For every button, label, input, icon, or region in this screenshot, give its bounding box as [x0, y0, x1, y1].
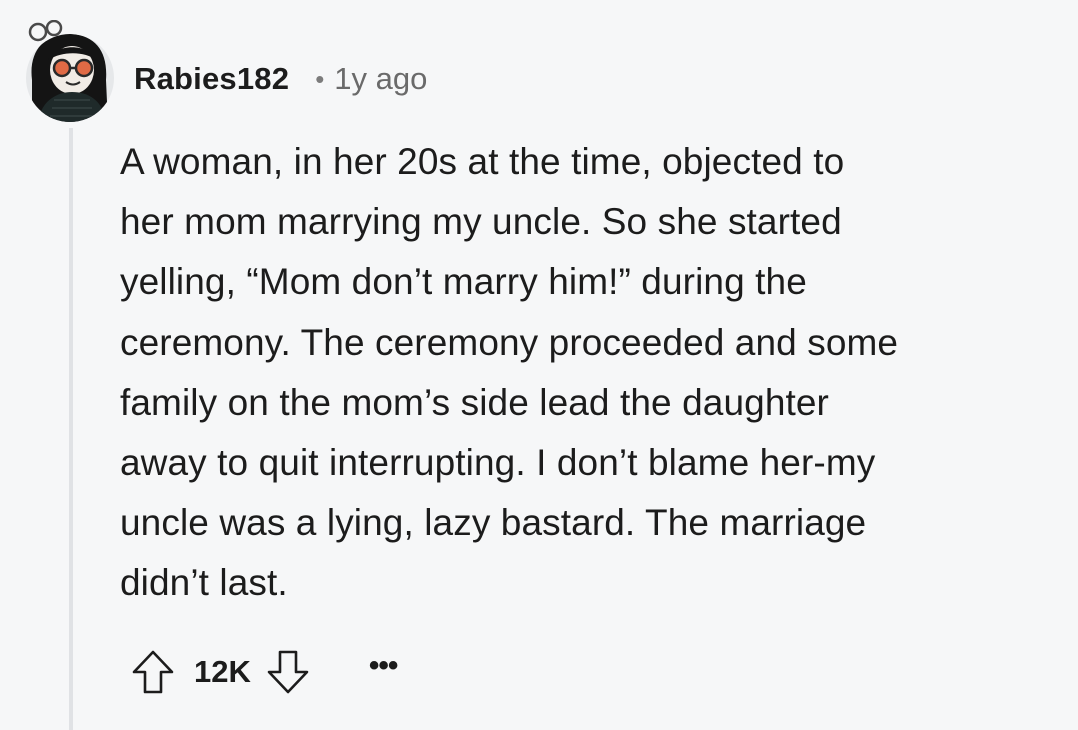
- meta-separator: •: [315, 63, 325, 94]
- username[interactable]: Rabies182: [134, 61, 289, 97]
- user-avatar-icon: [26, 19, 114, 122]
- comment-line: away to quit interrupting. I don’t blame…: [120, 442, 876, 484]
- comment-actions: 12K •••: [130, 648, 398, 696]
- comment-line: yelling, “Mom don’t marry him!” during t…: [120, 261, 807, 303]
- comment-line: A woman, in her 20s at the time, objecte…: [120, 141, 845, 182]
- arrow-up-icon[interactable]: [130, 648, 176, 696]
- arrow-down-icon[interactable]: [265, 648, 311, 696]
- comment-body: A woman, in her 20s at the time, objecte…: [120, 132, 1060, 614]
- comment-timestamp[interactable]: 1y ago: [334, 61, 427, 97]
- comment-line: family on the mom’s side lead the daught…: [120, 381, 829, 423]
- comment-line: ceremony. The ceremony proceeded and som…: [120, 321, 899, 363]
- comment-header: Rabies182 • 1y ago: [134, 56, 427, 102]
- user-avatar[interactable]: [24, 19, 116, 124]
- comment-line: didn’t last.: [120, 562, 288, 604]
- thread-line[interactable]: [69, 128, 73, 730]
- comment-line: uncle was a lying, lazy bastard. The mar…: [120, 502, 867, 544]
- more-options-button[interactable]: •••: [369, 651, 398, 681]
- vote-score: 12K: [194, 654, 251, 689]
- comment-line: her mom marrying my uncle. So she starte…: [120, 201, 842, 243]
